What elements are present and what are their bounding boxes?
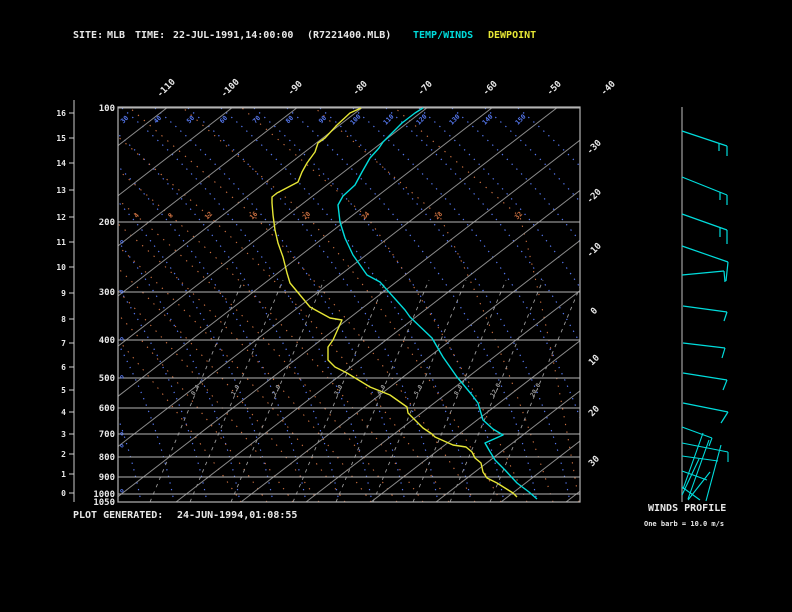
mixing-ratio-lines [149, 279, 580, 502]
svg-text:5: 5 [61, 386, 66, 395]
svg-text:8.0: 8.0 [453, 383, 465, 396]
svg-text:4: 4 [132, 211, 140, 219]
svg-text:20.0: 20.0 [529, 382, 542, 398]
svg-text:-20: -20 [585, 187, 604, 206]
svg-text:1: 1 [61, 470, 66, 479]
svg-text:30: 30 [587, 454, 602, 469]
svg-text:10: 10 [587, 353, 602, 368]
svg-text:20: 20 [301, 210, 312, 221]
svg-text:-70: -70 [416, 79, 435, 98]
svg-text:110: 110 [382, 113, 396, 127]
svg-text:100: 100 [99, 104, 115, 114]
svg-text:200: 200 [99, 218, 115, 228]
svg-text:16: 16 [248, 210, 259, 221]
svg-text:60: 60 [218, 114, 229, 125]
svg-text:-110: -110 [155, 77, 177, 99]
svg-text:90: 90 [317, 114, 328, 125]
svg-text:14: 14 [56, 159, 66, 168]
svg-text:50: 50 [185, 114, 196, 125]
svg-text:1050: 1050 [93, 498, 115, 508]
winds-profile-title: WINDS PROFILE [648, 503, 727, 514]
svg-text:8: 8 [166, 211, 174, 219]
dry-adiabat-lines [118, 107, 580, 502]
svg-text:130: 130 [448, 113, 462, 127]
svg-text:2.0: 2.0 [271, 383, 283, 396]
height-km-axis: 161514131211109876543210 [56, 100, 75, 502]
svg-text:0.4: 0.4 [190, 383, 202, 396]
svg-text:1.0: 1.0 [230, 383, 242, 396]
moist-adiabat-lines [118, 107, 580, 502]
svg-text:28: 28 [433, 210, 444, 221]
svg-text:30: 30 [119, 114, 130, 125]
svg-text:11: 11 [56, 238, 66, 247]
svg-text:-90: -90 [286, 79, 305, 98]
svg-text:10: 10 [56, 263, 66, 272]
plot-generated-value: 24-JUN-1994,01:08:55 [177, 510, 298, 521]
svg-text:150: 150 [514, 113, 528, 127]
svg-text:20: 20 [587, 404, 602, 419]
svg-text:80: 80 [284, 114, 295, 125]
svg-text:6: 6 [61, 363, 66, 372]
right-temperature-labels: -30 -20 -10 0 10 20 30 [585, 138, 604, 469]
svg-text:-30: -30 [585, 138, 604, 157]
svg-text:32: 32 [513, 210, 524, 221]
svg-text:5.0: 5.0 [413, 383, 425, 396]
svg-text:13: 13 [56, 186, 66, 195]
svg-text:800: 800 [99, 453, 115, 463]
svg-text:120: 120 [415, 113, 429, 127]
svg-text:7: 7 [61, 339, 66, 348]
svg-text:-50: -50 [545, 79, 564, 98]
pressure-axis-labels: 10020030040050060070080090010001050 [93, 104, 115, 508]
moist-adiabat-labels: 4 8 12 16 20 24 28 32 [132, 210, 524, 221]
svg-text:9: 9 [61, 289, 66, 298]
svg-text:-40: -40 [599, 79, 618, 98]
svg-text:-80: -80 [351, 79, 370, 98]
svg-text:900: 900 [99, 473, 115, 483]
svg-text:16: 16 [56, 109, 66, 118]
svg-text:-100: -100 [219, 77, 241, 99]
svg-text:500: 500 [99, 374, 115, 384]
svg-text:o: o [118, 373, 126, 381]
svg-text:15: 15 [56, 134, 66, 143]
svg-text:300: 300 [99, 288, 115, 298]
svg-text:24: 24 [360, 210, 371, 221]
top-temperature-labels: -110 -100 -90 -80 -70 -60 -50 -40 [155, 77, 617, 99]
svg-text:12.0: 12.0 [489, 382, 502, 398]
svg-text:0: 0 [61, 489, 66, 498]
svg-text:-60: -60 [481, 79, 500, 98]
svg-text:100: 100 [349, 113, 363, 127]
svg-text:3.0: 3.0 [333, 383, 345, 396]
svg-text:40: 40 [152, 114, 163, 125]
svg-text:12: 12 [203, 210, 214, 221]
winds-profile [681, 107, 729, 502]
svg-text:0: 0 [589, 306, 600, 317]
svg-text:600: 600 [99, 404, 115, 414]
svg-text:4: 4 [61, 408, 66, 417]
svg-text:2: 2 [61, 450, 66, 459]
svg-text:12: 12 [56, 213, 66, 222]
svg-text:700: 700 [99, 430, 115, 440]
dewpoint-trace [271, 107, 518, 498]
skewt-app-window: { "header": { "site_label": "SITE:", "si… [0, 0, 792, 612]
svg-text:8: 8 [61, 315, 66, 324]
svg-text:-10: -10 [585, 241, 604, 260]
svg-text:400: 400 [99, 336, 115, 346]
winds-barb-caption: One barb = 10.0 m/s [644, 520, 725, 528]
svg-text:3: 3 [61, 430, 66, 439]
plot-generated-label: PLOT GENERATED: [73, 510, 164, 521]
